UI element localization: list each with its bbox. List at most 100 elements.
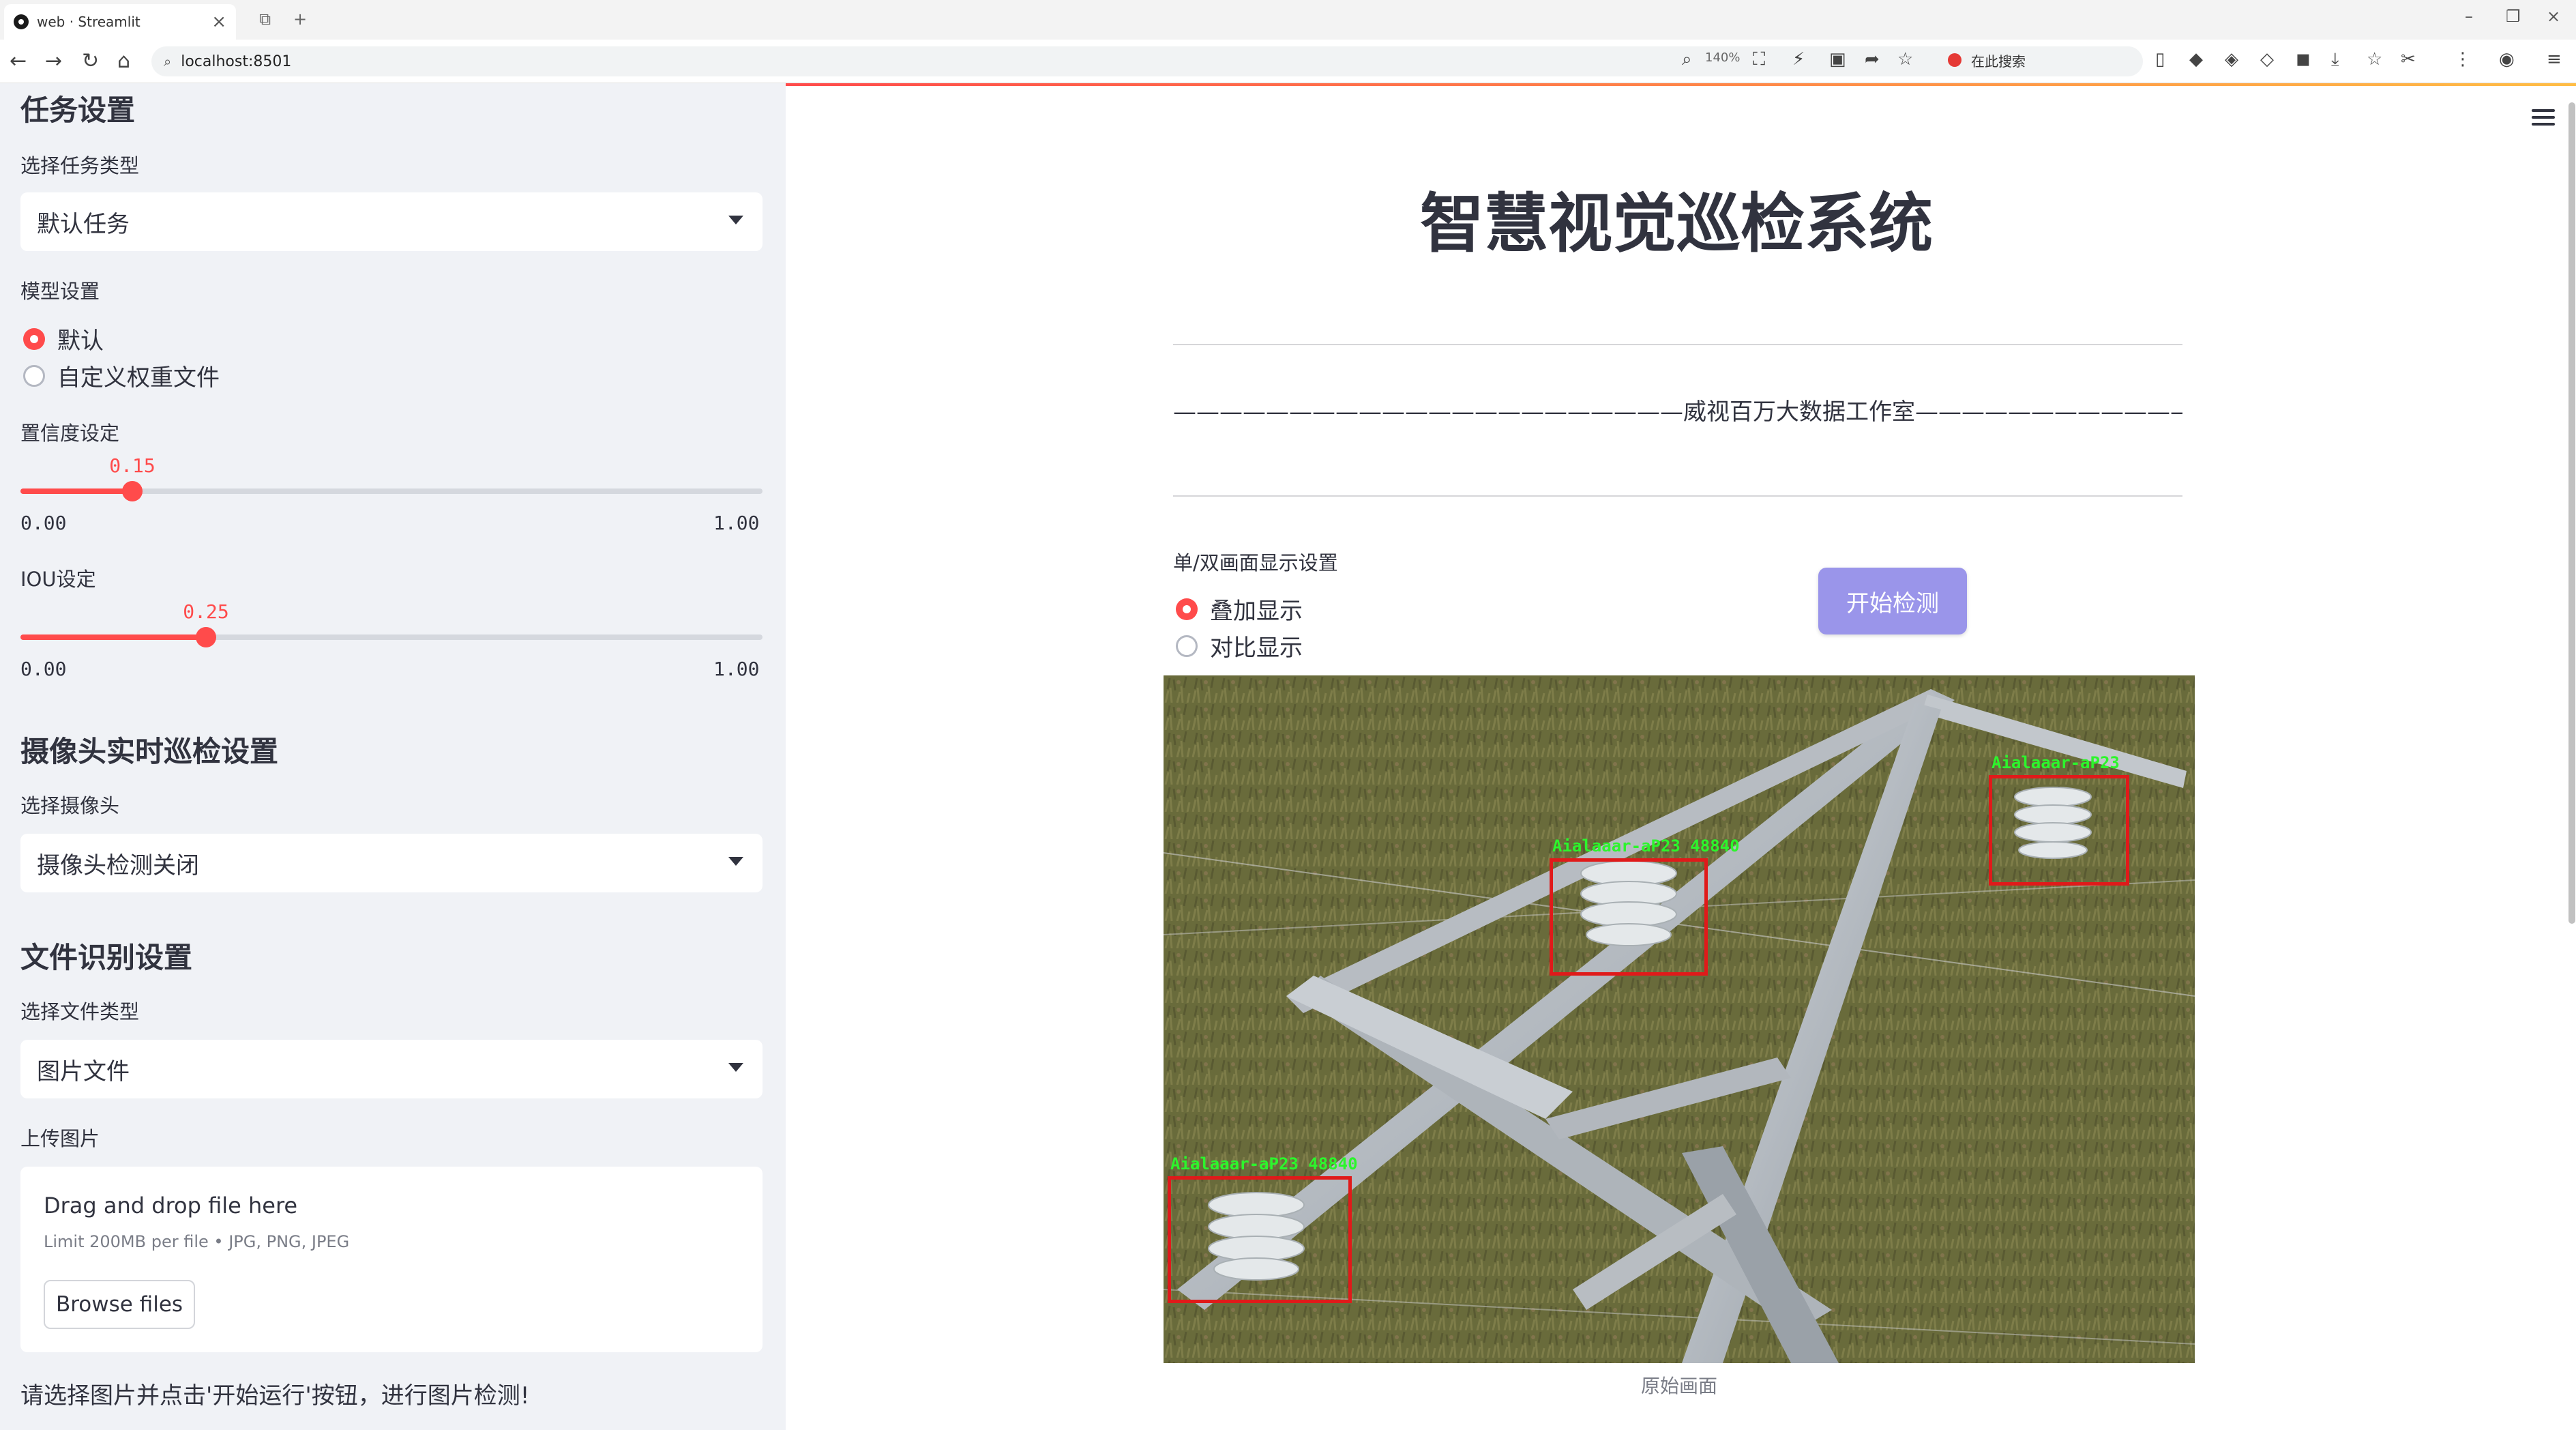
detection-label: Aialaaar-aP23 48840 bbox=[1552, 836, 1740, 856]
extension-icon[interactable]: ◇ bbox=[2260, 49, 2274, 70]
iou-label: IOU设定 bbox=[20, 568, 96, 591]
confidence-slider[interactable] bbox=[20, 481, 763, 501]
zoom-level: 140% bbox=[1705, 50, 1741, 65]
tab-title: web · Streamlit bbox=[37, 14, 140, 30]
chevron-down-icon bbox=[728, 216, 743, 224]
restore-icon[interactable]: ❐ bbox=[2506, 7, 2521, 26]
close-tab-icon[interactable]: × bbox=[211, 12, 226, 32]
confidence-slider-fill bbox=[20, 488, 132, 494]
camera-select[interactable]: 摄像头检测关闭 bbox=[20, 834, 763, 892]
radio-unselected-icon bbox=[23, 364, 45, 387]
translate-icon[interactable]: ⛶ bbox=[1753, 49, 1765, 70]
menu-icon[interactable] bbox=[2532, 109, 2555, 126]
scrollbar[interactable] bbox=[2568, 102, 2575, 924]
divider bbox=[1173, 344, 2182, 345]
bookmark-star-icon[interactable]: ☆ bbox=[1897, 49, 1913, 70]
favorites-icon[interactable]: ☆ bbox=[2367, 49, 2382, 70]
home-icon[interactable]: ⌂ bbox=[117, 49, 130, 73]
tab-actions-icon[interactable]: ⧉ bbox=[259, 10, 271, 29]
file-uploader-dropzone[interactable]: Drag and drop file here Limit 200MB per … bbox=[20, 1167, 763, 1352]
screenshot-icon[interactable]: ▣ bbox=[1829, 49, 1846, 70]
reload-icon[interactable]: ↻ bbox=[82, 49, 99, 73]
display-mode-label: 单/双画面显示设置 bbox=[1173, 551, 1338, 574]
detection-box bbox=[1989, 775, 2129, 886]
page-subtitle: ——————————————————————威视百万大数据工作室————————… bbox=[1173, 398, 2182, 426]
browser-tabbar: web · Streamlit × ⧉ + – ❐ × bbox=[0, 0, 2576, 40]
radio-selected-icon bbox=[23, 327, 45, 350]
close-window-icon[interactable]: × bbox=[2547, 7, 2560, 26]
file-type-select[interactable]: 图片文件 bbox=[20, 1040, 763, 1098]
task-section-title: 任务设置 bbox=[20, 93, 136, 127]
model-option-label: 自定义权重文件 bbox=[57, 364, 220, 392]
share-icon[interactable]: ➦ bbox=[1865, 49, 1880, 70]
streamlit-favicon-icon bbox=[14, 14, 29, 29]
browse-files-button[interactable]: Browse files bbox=[44, 1280, 195, 1329]
detection-label: Aialaaar-aP23 bbox=[1992, 753, 2120, 772]
start-detection-button[interactable]: 开始检测 bbox=[1818, 568, 1967, 634]
zoom-icon[interactable]: ⌕ bbox=[1682, 49, 1692, 70]
model-option-default[interactable]: 默认 bbox=[23, 322, 104, 355]
menu-icon[interactable]: ≡ bbox=[2547, 49, 2562, 70]
image-caption: 原始画面 bbox=[1640, 1375, 1717, 1397]
model-option-custom[interactable]: 自定义权重文件 bbox=[23, 359, 220, 392]
extension-icon[interactable]: ◼ bbox=[2296, 49, 2311, 70]
back-icon[interactable]: ← bbox=[10, 49, 27, 73]
minimize-icon[interactable]: – bbox=[2465, 7, 2473, 26]
confidence-min: 0.00 bbox=[20, 512, 67, 534]
sidebar: 任务设置 选择任务类型 默认任务 模型设置 默认 自定义权重文件 置信度设定 0… bbox=[0, 83, 786, 1430]
upload-limit: Limit 200MB per file • JPG, PNG, JPEG bbox=[44, 1232, 350, 1251]
url-text: localhost:8501 bbox=[181, 53, 292, 70]
camera-section-title: 摄像头实时巡检设置 bbox=[20, 735, 279, 768]
display-option-overlay[interactable]: 叠加显示 bbox=[1176, 592, 1303, 626]
radio-selected-icon bbox=[1176, 598, 1198, 620]
display-option-compare[interactable]: 对比显示 bbox=[1176, 629, 1303, 662]
iou-slider-fill bbox=[20, 634, 206, 640]
model-option-label: 默认 bbox=[57, 327, 104, 355]
display-option-label: 叠加显示 bbox=[1210, 598, 1303, 625]
mobile-icon[interactable]: ▯ bbox=[2155, 49, 2165, 70]
browser-search-box[interactable]: 在此搜索 bbox=[1937, 46, 2142, 74]
task-type-select[interactable]: 默认任务 bbox=[20, 192, 763, 251]
radio-unselected-icon bbox=[1176, 634, 1198, 657]
iou-slider-thumb[interactable] bbox=[196, 627, 216, 647]
camera-label: 选择摄像头 bbox=[20, 794, 120, 817]
file-type-label: 选择文件类型 bbox=[20, 1000, 140, 1023]
confidence-label: 置信度设定 bbox=[20, 422, 120, 445]
browser-tab[interactable]: web · Streamlit × bbox=[4, 4, 236, 40]
page-title: 智慧视觉巡检系统 bbox=[1419, 187, 1933, 261]
model-label: 模型设置 bbox=[20, 280, 100, 303]
detection-box bbox=[1168, 1176, 1352, 1303]
more-icon[interactable]: ⋮ bbox=[2454, 49, 2472, 70]
upload-label: 上传图片 bbox=[20, 1127, 100, 1150]
task-type-label: 选择任务类型 bbox=[20, 154, 140, 177]
iou-min: 0.00 bbox=[20, 658, 67, 680]
confidence-value: 0.15 bbox=[109, 454, 156, 477]
chevron-down-icon bbox=[728, 857, 743, 866]
confidence-max: 1.00 bbox=[713, 512, 760, 534]
detection-box bbox=[1550, 858, 1708, 976]
iou-max: 1.00 bbox=[713, 658, 760, 680]
extension-icon[interactable]: ◆ bbox=[2189, 49, 2203, 70]
camera-value: 摄像头检测关闭 bbox=[37, 851, 199, 879]
confidence-slider-thumb[interactable] bbox=[122, 481, 143, 501]
file-type-value: 图片文件 bbox=[37, 1057, 130, 1085]
extension-icon[interactable]: ◈ bbox=[2225, 49, 2238, 70]
forward-icon[interactable]: → bbox=[45, 49, 62, 73]
chevron-down-icon bbox=[728, 1063, 743, 1072]
display-option-label: 对比显示 bbox=[1210, 634, 1303, 662]
downloads-icon[interactable]: ⤓ bbox=[2331, 49, 2339, 70]
file-section-title: 文件识别设置 bbox=[20, 941, 193, 974]
iou-slider[interactable] bbox=[20, 627, 763, 647]
cut-icon[interactable]: ✂ bbox=[2401, 49, 2416, 70]
divider bbox=[1173, 495, 2182, 497]
lightning-icon[interactable]: ⚡ bbox=[1792, 49, 1805, 70]
header-decoration bbox=[786, 83, 2576, 86]
task-type-value: 默认任务 bbox=[37, 210, 130, 238]
new-tab-icon[interactable]: + bbox=[293, 10, 307, 29]
detection-label: Aialaaar-aP23 48840 bbox=[1170, 1154, 1358, 1173]
upload-title: Drag and drop file here bbox=[44, 1193, 298, 1219]
iou-value: 0.25 bbox=[183, 600, 229, 623]
avatar[interactable]: ◉ bbox=[2499, 49, 2515, 70]
detection-result-image: Aialaaar-aP23 48840 Aialaaar-aP23 Aialaa… bbox=[1164, 675, 2195, 1363]
search-placeholder: 在此搜索 bbox=[1971, 53, 2026, 70]
